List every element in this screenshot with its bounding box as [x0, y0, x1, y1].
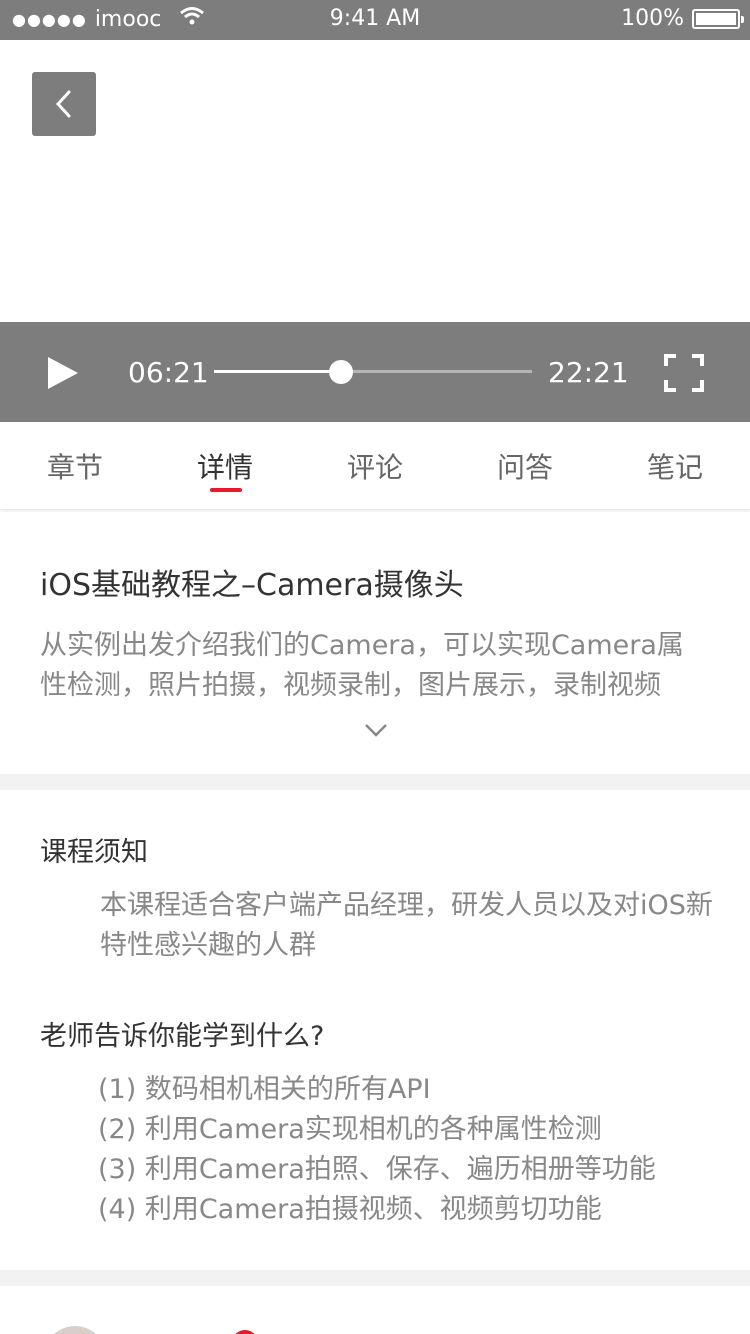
- progress-fill: [214, 370, 342, 373]
- chevron-down-icon[interactable]: [364, 722, 388, 738]
- learn-item: (3) 利用Camera拍照、保存、遍历相册等功能: [98, 1154, 656, 1185]
- tab-chapters[interactable]: 章节: [0, 446, 150, 486]
- course-title: iOS基础教程之–Camera摄像头: [40, 568, 464, 603]
- course-info: 课程须知 本课程适合客户端产品经理，研发人员以及对iOS新特性感兴趣的人群 老师…: [0, 790, 750, 1270]
- notice-text: 本课程适合客户端产品经理，研发人员以及对iOS新特性感兴趣的人群: [100, 890, 713, 961]
- tab-details[interactable]: 详情: [150, 446, 300, 486]
- avatar[interactable]: [44, 1326, 106, 1334]
- chevron-left-icon: [55, 90, 71, 118]
- total-time: 22:21: [548, 356, 629, 389]
- video-area[interactable]: [0, 40, 750, 322]
- status-bar: ●●●●● imooc 9:41 AM 100%: [0, 0, 750, 40]
- learn-title: 老师告诉你能学到什么?: [40, 1021, 325, 1052]
- course-intro: iOS基础教程之–Camera摄像头 从实例出发介绍我们的Camera，可以实现…: [0, 512, 750, 774]
- back-button[interactable]: [32, 72, 96, 136]
- learn-list: (1) 数码相机相关的所有API (2) 利用Camera实现相机的各种属性检测…: [98, 1070, 656, 1230]
- section-divider: [0, 1270, 750, 1286]
- play-icon[interactable]: [44, 355, 80, 391]
- status-badge: [232, 1330, 258, 1334]
- battery-icon: [692, 8, 744, 29]
- learn-item: (1) 数码相机相关的所有API: [98, 1074, 431, 1105]
- tab-qa[interactable]: 问答: [450, 446, 600, 486]
- active-tab-indicator: [210, 488, 242, 492]
- player-controls: 06:21 22:21: [0, 322, 750, 422]
- progress-knob[interactable]: [329, 360, 354, 384]
- status-right: 100%: [621, 6, 744, 31]
- teacher-section: [0, 1286, 750, 1334]
- section-divider: [0, 774, 750, 790]
- current-time: 06:21: [128, 356, 209, 389]
- learn-item: (4) 利用Camera拍摄视频、视频剪切功能: [98, 1194, 602, 1225]
- tab-bar: 章节 详情 评论 问答 笔记: [0, 422, 750, 510]
- tab-notes[interactable]: 笔记: [600, 446, 750, 486]
- course-description: 从实例出发介绍我们的Camera，可以实现Camera属性检测，照片拍摄，视频录…: [40, 630, 684, 701]
- progress-bar[interactable]: [214, 360, 532, 384]
- notice-title: 课程须知: [40, 837, 148, 868]
- learn-item: (2) 利用Camera实现相机的各种属性检测: [98, 1114, 602, 1145]
- fullscreen-icon[interactable]: [664, 354, 704, 392]
- battery-percent: 100%: [621, 6, 684, 31]
- tab-comments[interactable]: 评论: [300, 446, 450, 486]
